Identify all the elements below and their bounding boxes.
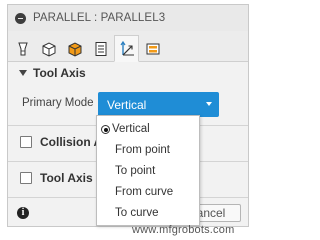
list-document-icon (95, 41, 106, 56)
tab-passes[interactable] (88, 36, 113, 61)
radio-selected-icon (101, 125, 110, 134)
tab-tool-axis[interactable] (114, 35, 139, 62)
primary-mode-select[interactable]: Vertical (98, 92, 219, 117)
tab-linking[interactable] (140, 36, 165, 61)
cube-outline-icon (42, 41, 55, 57)
linking-grid-icon (146, 43, 159, 54)
collapse-triangle-icon (19, 70, 27, 76)
primary-mode-value: Vertical (107, 97, 147, 112)
primary-mode-dropdown: Vertical From point To point From curve … (96, 115, 200, 226)
primary-mode-label: Primary Mode (22, 97, 94, 109)
dialog-tabs (8, 31, 248, 62)
tool-axis-limits-checkbox[interactable] (20, 172, 32, 184)
dialog-title: PARALLEL : PARALLEL3 (33, 12, 166, 24)
dropdown-option-vertical[interactable]: Vertical (97, 119, 199, 139)
cube-orange-icon (68, 41, 81, 57)
axis-arrows-icon (120, 40, 134, 55)
tool-axis-limits-label: Tool Axis L (40, 171, 104, 185)
tab-tool[interactable] (10, 36, 35, 61)
tool-axis-section-header[interactable]: Tool Axis (8, 62, 248, 84)
collapse-icon[interactable] (15, 12, 26, 24)
dropdown-option-to-point[interactable]: To point (97, 161, 199, 181)
tab-heights[interactable] (62, 36, 87, 61)
chevron-down-icon (206, 102, 212, 106)
tool-icon (17, 42, 28, 55)
collision-avoidance-checkbox[interactable] (20, 136, 32, 148)
tool-axis-limits-row[interactable]: Tool Axis L (20, 168, 103, 188)
tab-geometry[interactable] (36, 36, 61, 61)
info-icon[interactable]: i (17, 207, 29, 219)
dropdown-option-to-curve[interactable]: To curve (97, 203, 199, 223)
dialog-titlebar: PARALLEL : PARALLEL3 (8, 5, 248, 32)
watermark-text: www.mfgrobots.com (132, 224, 235, 236)
section-title: Tool Axis (33, 66, 86, 80)
dropdown-option-from-point[interactable]: From point (97, 140, 199, 160)
dropdown-option-from-curve[interactable]: From curve (97, 182, 199, 202)
